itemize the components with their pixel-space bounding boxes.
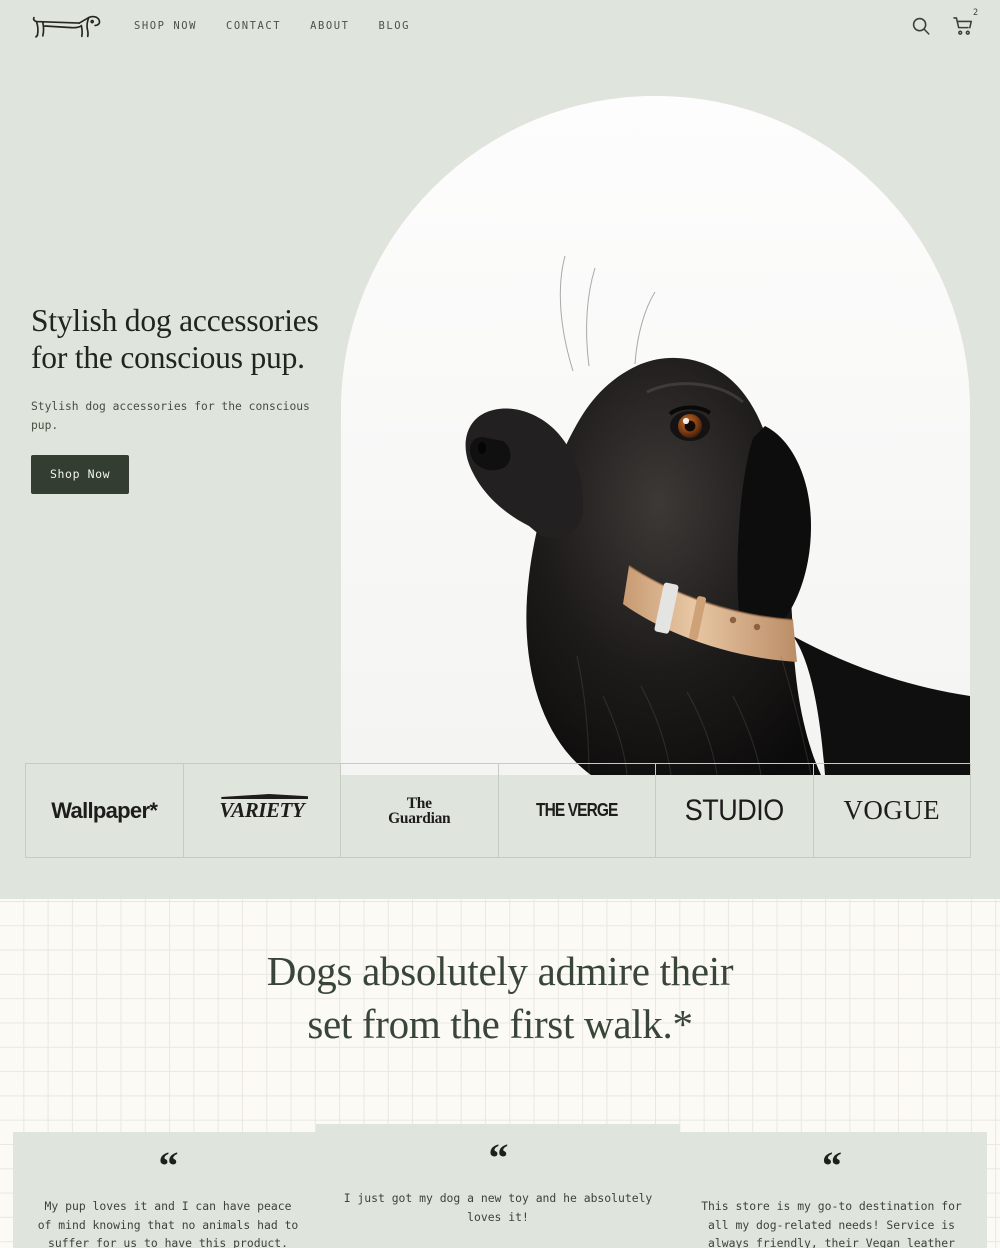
testimonial-card: “ This store is my go-to destination for… xyxy=(676,1132,987,1248)
page-root: SHOP NOW CONTACT ABOUT BLOG 2 Stylish do… xyxy=(0,0,1000,1248)
dog-photo-illustration xyxy=(341,96,970,775)
testimonial-card-list: “ My pup loves it and I can have peace o… xyxy=(0,899,1000,1248)
press-logo-the-verge[interactable]: THE VERGE xyxy=(499,764,656,857)
dachshund-logo-icon xyxy=(32,15,101,38)
hero-image xyxy=(341,96,970,775)
shop-now-button[interactable]: Shop Now xyxy=(31,455,130,494)
testimonials-section: Dogs absolutely admire their set from th… xyxy=(0,899,1000,1248)
press-logo-the-verge-text: THE VERGE xyxy=(536,799,618,821)
site-header: SHOP NOW CONTACT ABOUT BLOG 2 xyxy=(0,0,1000,52)
dachshund-logo[interactable] xyxy=(30,9,104,43)
testimonial-card: “ I just got my dog a new toy and he abs… xyxy=(316,1124,680,1248)
cart-count-badge: 2 xyxy=(968,6,983,21)
press-logo-studio-text: STUDIO xyxy=(684,793,785,827)
nav-item-shop-now[interactable]: SHOP NOW xyxy=(134,20,197,32)
hero-copy: Stylish dog accessories for the consciou… xyxy=(31,302,331,494)
press-logo-guardian[interactable]: The Guardian xyxy=(341,764,499,857)
quote-icon: “ xyxy=(488,1135,509,1180)
search-icon[interactable] xyxy=(910,15,932,37)
header-actions: 2 xyxy=(910,0,983,52)
press-logo-variety-text: VARIETY xyxy=(219,798,305,822)
shopping-cart-icon[interactable]: 2 xyxy=(952,6,983,37)
nav-item-about[interactable]: ABOUT xyxy=(310,20,349,32)
nav-item-contact[interactable]: CONTACT xyxy=(226,20,281,32)
press-logo-studio[interactable]: STUDIO xyxy=(656,764,814,857)
press-logo-variety[interactable]: VARIETY xyxy=(184,764,341,857)
press-logo-guardian-text: The Guardian xyxy=(388,795,451,827)
main-nav: SHOP NOW CONTACT ABOUT BLOG xyxy=(134,20,410,32)
hero-subtitle: Stylish dog accessories for the consciou… xyxy=(31,400,310,432)
nav-item-blog[interactable]: BLOG xyxy=(378,20,410,32)
press-logo-wallpaper[interactable]: Wallpaper* xyxy=(26,764,184,857)
hero-title: Stylish dog accessories for the consciou… xyxy=(31,303,319,375)
press-logo-vogue-text: VOGUE xyxy=(843,795,940,825)
testimonial-card: “ My pup loves it and I can have peace o… xyxy=(13,1132,323,1248)
testimonial-text: My pup loves it and I can have peace of … xyxy=(37,1199,299,1248)
guardian-line-2: Guardian xyxy=(388,809,451,827)
testimonial-text: I just got my dog a new toy and he absol… xyxy=(343,1191,653,1224)
quote-icon: “ xyxy=(822,1143,842,1188)
press-logo-wallpaper-text: Wallpaper* xyxy=(51,797,158,823)
press-logo-vogue[interactable]: VOGUE xyxy=(814,764,971,857)
testimonial-text: This store is my go-to destination for a… xyxy=(701,1199,962,1248)
quote-icon: “ xyxy=(158,1143,179,1188)
press-logo-strip: Wallpaper* VARIETY The Guardian THE VERG… xyxy=(25,763,971,858)
